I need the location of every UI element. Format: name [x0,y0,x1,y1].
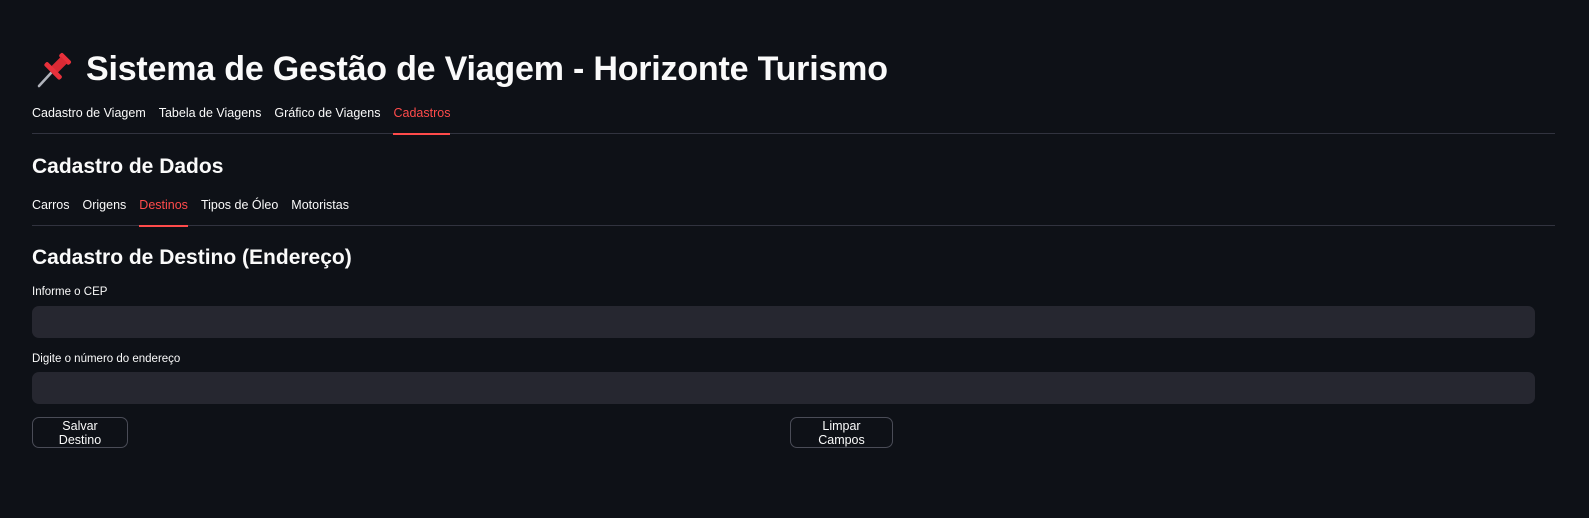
tab-motoristas[interactable]: Motoristas [291,196,349,226]
page-title: Sistema de Gestão de Viagem - Horizonte … [86,49,888,88]
cep-label: Informe o CEP [32,286,108,298]
tab-cadastro-de-viagem[interactable]: Cadastro de Viagem [32,104,146,134]
tab-destinos[interactable]: Destinos [139,196,188,227]
main-tab-bar: Cadastro de Viagem Tabela de Viagens Grá… [32,104,1555,135]
tab-cadastros[interactable]: Cadastros [393,104,450,135]
tab-origens[interactable]: Origens [83,196,127,226]
tab-carros[interactable]: Carros [32,196,70,226]
cep-input[interactable] [32,306,1535,338]
clear-fields-button[interactable]: Limpar Campos [790,417,893,448]
tab-tipos-de-oleo[interactable]: Tipos de Óleo [201,196,278,226]
form-title: Cadastro de Destino (Endereço) [32,246,352,269]
address-number-label: Digite o número do endereço [32,353,181,365]
tab-grafico-de-viagens[interactable]: Gráfico de Viagens [274,104,380,134]
address-number-input[interactable] [32,372,1535,404]
save-destination-button[interactable]: Salvar Destino [32,417,128,448]
section-title: Cadastro de Dados [32,155,224,178]
tab-tabela-de-viagens[interactable]: Tabela de Viagens [159,104,262,134]
sub-tab-bar: Carros Origens Destinos Tipos de Óleo Mo… [32,196,1555,227]
title-row: Sistema de Gestão de Viagem - Horizonte … [32,46,888,92]
pushpin-icon [32,49,76,89]
